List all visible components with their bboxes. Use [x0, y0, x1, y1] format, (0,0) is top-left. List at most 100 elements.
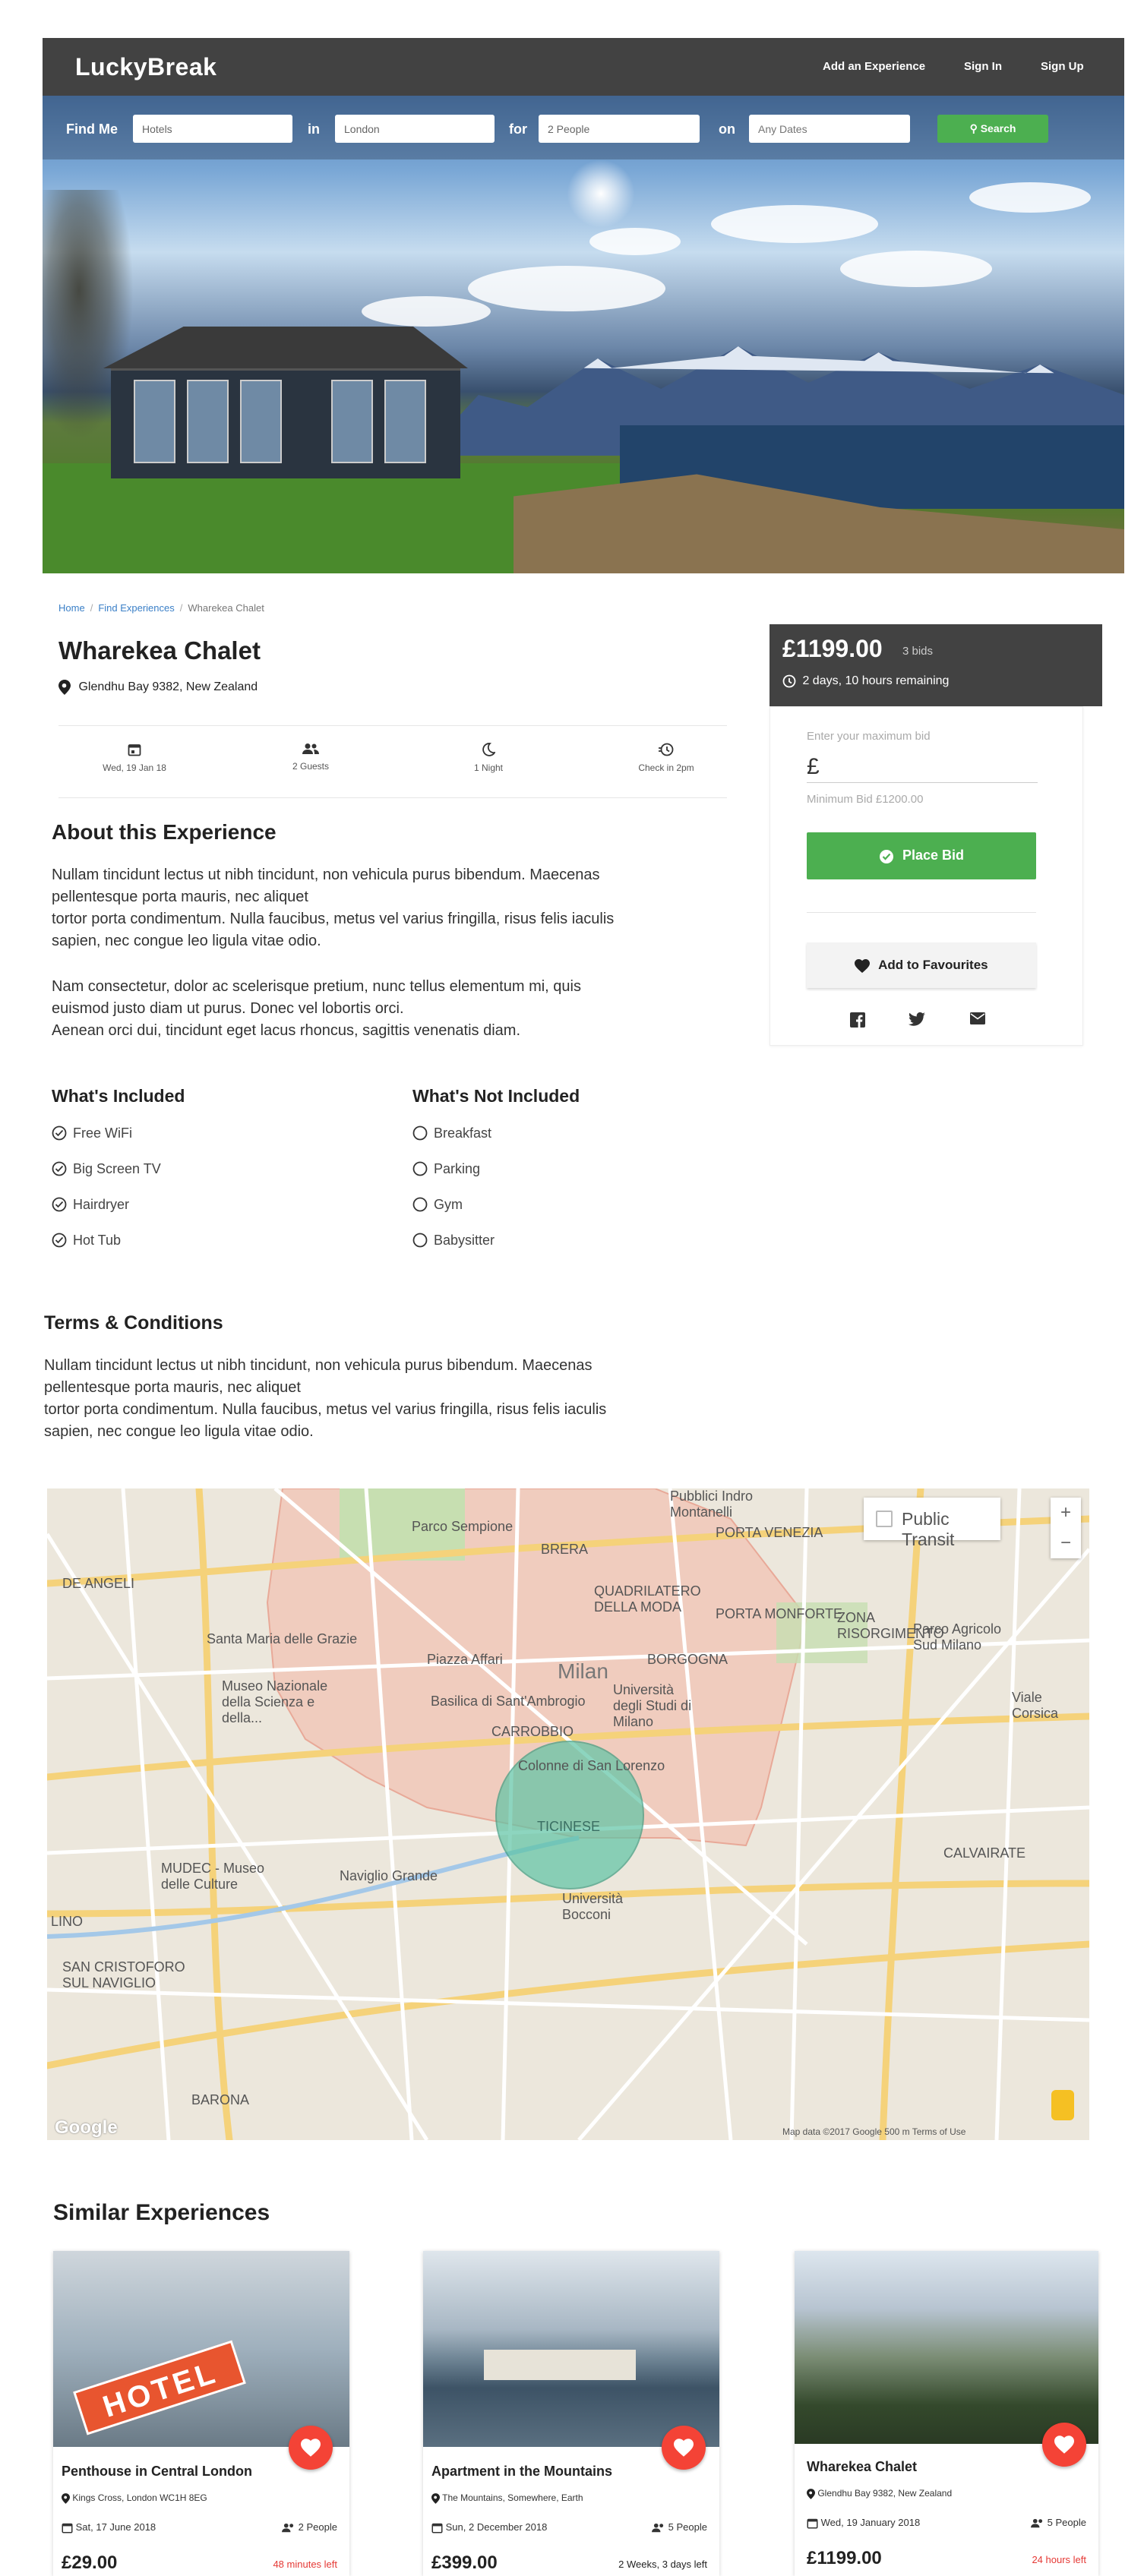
favourite-button[interactable]	[662, 2426, 706, 2470]
breadcrumb-current: Wharekea Chalet	[188, 602, 264, 614]
public-transit-label: Public Transit	[902, 1509, 955, 1549]
clock-icon	[659, 743, 674, 756]
window	[384, 380, 426, 463]
top-navbar: LuckyBreak Add an Experience Sign In Sig…	[43, 38, 1124, 96]
place-bid-button[interactable]: Place Bid	[807, 832, 1036, 879]
cloud	[840, 251, 992, 287]
window	[331, 380, 373, 463]
calendar-icon	[62, 2523, 73, 2533]
window	[187, 380, 229, 463]
map-label: BRERA	[541, 1542, 589, 1557]
card-title[interactable]: Wharekea Chalet	[807, 2459, 917, 2475]
map-label: TICINESE	[537, 1819, 601, 1834]
card-date: Wed, 19 January 2018	[807, 2517, 920, 2529]
max-bid-input[interactable]	[807, 751, 1038, 783]
cloud	[468, 266, 665, 311]
zoom-in-button[interactable]: +	[1051, 1498, 1081, 1528]
about-line: Nam consectetur, dolor ac scelerisque pr…	[52, 978, 581, 995]
nav-sign-in[interactable]: Sign In	[964, 60, 1002, 73]
card-date-text: Wed, 19 January 2018	[820, 2517, 921, 2528]
card-location-text: Kings Cross, London WC1H 8EG	[72, 2492, 207, 2503]
card-image[interactable]	[423, 2251, 719, 2447]
map-label: Pubblici Indro Montanelli	[670, 1488, 754, 1520]
breadcrumb-home[interactable]: Home	[58, 602, 85, 614]
card-price: £1199.00	[807, 2548, 882, 2568]
bid-input-label: Enter your maximum bid	[807, 730, 931, 743]
included-label: Big Screen TV	[73, 1161, 161, 1176]
included-heading: What's Included	[52, 1086, 185, 1106]
map[interactable]: Milan Parco Sempione BRERA PORTA VENEZIA…	[47, 1488, 1089, 2140]
minimum-bid: Minimum Bid £1200.00	[807, 793, 924, 806]
add-to-favourites-button[interactable]: Add to Favourites	[807, 942, 1036, 988]
facebook-icon[interactable]	[850, 1012, 865, 1028]
window	[240, 380, 282, 463]
people-icon	[1031, 2518, 1043, 2528]
heart-icon	[674, 2439, 694, 2457]
card-image[interactable]: HOTEL	[53, 2251, 349, 2447]
card-title[interactable]: Penthouse in Central London	[62, 2464, 252, 2480]
current-price: £1199.00	[782, 635, 883, 662]
hero: LuckyBreak Add an Experience Sign In Sig…	[43, 38, 1124, 573]
map-label: BARONA	[191, 2092, 250, 2107]
public-transit-toggle[interactable]: Public Transit	[864, 1498, 1000, 1549]
about-heading: About this Experience	[52, 820, 277, 844]
empty-circle-icon	[412, 1197, 428, 1212]
dates-input[interactable]	[749, 115, 910, 143]
breadcrumb-find-experiences[interactable]: Find Experiences	[98, 602, 174, 614]
fact-guests-label: 2 Guests	[292, 761, 330, 772]
map-label: SAN CRISTOFORO SUL NAVIGLIO	[62, 1959, 185, 1990]
card-date-text: Sat, 17 June 2018	[75, 2521, 156, 2533]
included-label: Hot Tub	[73, 1233, 122, 1248]
experience-card[interactable]: HOTEL Penthouse in Central London Kings …	[53, 2251, 349, 2576]
map-label: MUDEC - Museo delle Culture	[161, 1861, 265, 1892]
people-icon	[302, 743, 319, 754]
experience-card[interactable]: Apartment in the Mountains The Mountains…	[423, 2251, 719, 2576]
moon-icon	[482, 743, 495, 756]
bid-count: 3 bids	[902, 645, 934, 658]
card-date: Sun, 2 December 2018	[431, 2521, 547, 2533]
about-paragraph-1: Nullam tincidunt lectus ut nibh tincidun…	[52, 864, 614, 952]
nav-add-experience[interactable]: Add an Experience	[823, 60, 925, 73]
not-included-item: Gym	[412, 1197, 463, 1213]
zoom-out-button[interactable]: −	[1051, 1528, 1081, 1558]
about-line: Aenean orci dui, tincidunt eget lacus rh…	[52, 1022, 521, 1039]
card-date-text: Sun, 2 December 2018	[445, 2521, 548, 2533]
included-item: Big Screen TV	[52, 1161, 161, 1177]
twitter-icon[interactable]	[909, 1012, 925, 1026]
location-pin-icon	[58, 680, 71, 695]
search-button[interactable]: ⚲ Search	[937, 115, 1048, 143]
street-view-pegman-icon[interactable]	[1051, 2090, 1074, 2120]
brand-logo[interactable]: LuckyBreak	[75, 53, 216, 81]
calendar-icon	[807, 2518, 818, 2529]
map-label: LINO	[51, 1914, 84, 1929]
favourite-button[interactable]	[1042, 2423, 1086, 2467]
email-icon[interactable]	[970, 1012, 985, 1024]
card-guests: 5 People	[652, 2521, 707, 2533]
favourite-button[interactable]	[289, 2426, 333, 2470]
fact-date-label: Wed, 19 Jan 18	[103, 762, 166, 773]
about-paragraph-2: Nam consectetur, dolor ac scelerisque pr…	[52, 976, 581, 1042]
included-label: Hairdryer	[73, 1197, 130, 1212]
included-item: Hot Tub	[52, 1233, 121, 1249]
nav-sign-up[interactable]: Sign Up	[1041, 60, 1084, 73]
terms-line: tortor porta condimentum. Nulla faucibus…	[44, 1401, 607, 1418]
not-included-item: Babysitter	[412, 1233, 495, 1249]
map-label: Università Bocconi	[562, 1891, 624, 1922]
chalet-roof	[103, 327, 468, 368]
guests-input[interactable]	[539, 115, 700, 143]
experience-card[interactable]: Wharekea Chalet Glendhu Bay 9382, New Ze…	[795, 2251, 1098, 2576]
type-input[interactable]	[133, 115, 292, 143]
terms-heading: Terms & Conditions	[44, 1312, 223, 1334]
map-canvas[interactable]	[47, 1488, 1089, 2140]
fact-guests: 2 Guests	[235, 743, 387, 772]
time-remaining: 2 days, 10 hours remaining	[782, 674, 949, 688]
hotel-sign: HOTEL	[73, 2340, 246, 2436]
card-title[interactable]: Apartment in the Mountains	[431, 2464, 612, 2480]
address-text: Glendhu Bay 9382, New Zealand	[78, 680, 258, 694]
map-label: Piazza Affari	[427, 1652, 503, 1667]
card-image[interactable]	[795, 2251, 1098, 2444]
map-footer[interactable]: Map data ©2017 Google 500 m Terms of Use	[782, 2126, 965, 2137]
card-location: Kings Cross, London WC1H 8EG	[62, 2492, 207, 2504]
public-transit-checkbox[interactable]	[876, 1511, 893, 1527]
location-input[interactable]	[335, 115, 495, 143]
